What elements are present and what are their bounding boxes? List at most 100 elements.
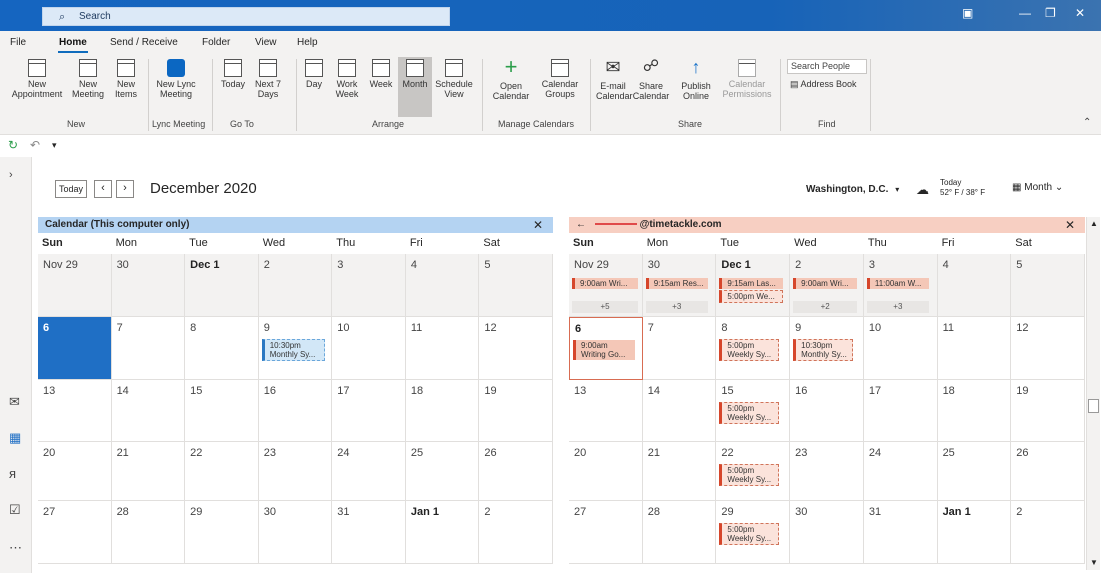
day-cell[interactable]: 14 (111, 380, 186, 442)
close-icon[interactable]: ✕ (1075, 6, 1085, 20)
day-cell[interactable]: 29 5:00pm Weekly Sy... (716, 501, 791, 564)
day-cell[interactable]: 28 (111, 501, 186, 564)
tab-help[interactable]: Help (297, 37, 318, 48)
day-cell[interactable]: 26 (1011, 442, 1085, 501)
day-cell[interactable]: 2 9:00am Wri... +2 (790, 254, 864, 317)
today-nav-button[interactable]: Today (55, 180, 87, 198)
search-people-input[interactable]: Search People (787, 59, 867, 74)
scroll-down-icon[interactable]: ▼ (1090, 558, 1098, 567)
day-cell[interactable]: 12 (479, 317, 553, 380)
day-cell[interactable]: 11 (937, 317, 1012, 380)
calendar-event[interactable]: 9:00am Writing Go... (573, 340, 635, 360)
today-button[interactable]: Today (218, 57, 248, 89)
day-cell[interactable]: 15 5:00pm Weekly Sy... (716, 380, 791, 442)
calendar-permissions-button[interactable]: Calendar Permissions (720, 57, 774, 99)
vertical-scrollbar[interactable]: ▲ ▼ (1086, 217, 1100, 570)
publish-online-button[interactable]: ↑ Publish Online (674, 57, 718, 101)
day-cell[interactable]: Jan 1 (937, 501, 1012, 564)
calendar-event[interactable]: 5:00pm Weekly Sy... (719, 402, 780, 424)
calendar-event[interactable]: 9:00am Wri... (793, 278, 858, 289)
day-cell[interactable]: 16 (790, 380, 864, 442)
close-icon[interactable]: ✕ (533, 217, 543, 233)
calendar-event[interactable]: 9:15am Res... (645, 278, 708, 289)
day-cell[interactable]: 6 9:00am Writing Go... (569, 317, 643, 380)
tab-send-receive[interactable]: Send / Receive (110, 37, 178, 48)
day-cell[interactable]: 3 (332, 254, 406, 317)
customize-icon[interactable]: ▾ (52, 140, 57, 151)
calendar-event[interactable]: 10:30pm Monthly Sy... (793, 339, 854, 361)
day-view-button[interactable]: Day (302, 57, 326, 89)
day-cell[interactable]: 4 (405, 254, 480, 317)
people-icon[interactable]: ᴙ (9, 466, 16, 481)
tab-folder[interactable]: Folder (202, 37, 230, 48)
more-events-button[interactable]: +3 (866, 301, 929, 313)
day-cell[interactable]: 3 11:00am W... +3 (863, 254, 938, 317)
more-events-button[interactable]: +5 (572, 301, 638, 313)
day-cell[interactable]: 7 (642, 317, 717, 380)
day-cell[interactable]: 23 (258, 442, 333, 501)
calendar-event[interactable]: 9:00am Wri... (572, 278, 638, 289)
email-calendar-button[interactable]: ✉ E-mail Calendar (596, 57, 633, 101)
scroll-thumb[interactable] (1088, 399, 1099, 413)
day-cell[interactable]: 30 (111, 254, 186, 317)
address-book-button[interactable]: ▤ Address Book (790, 79, 857, 90)
new-meeting-button[interactable]: New Meeting (68, 57, 108, 99)
day-cell[interactable]: 10 (863, 317, 938, 380)
close-icon[interactable]: ✕ (1065, 217, 1075, 233)
day-cell[interactable]: 20 (38, 442, 112, 501)
expand-icon[interactable]: › (9, 169, 13, 181)
day-cell[interactable]: 7 (111, 317, 186, 380)
sync-icon[interactable]: ↻ (8, 138, 18, 152)
day-cell[interactable]: 8 (185, 317, 259, 380)
calendar-event[interactable]: 5:00pm Weekly Sy... (719, 339, 780, 361)
new-items-button[interactable]: New Items (108, 57, 144, 99)
day-cell[interactable]: 20 (569, 442, 643, 501)
share-calendar-button[interactable]: ☍ Share Calendar (632, 57, 670, 101)
day-cell[interactable]: 26 (479, 442, 553, 501)
tab-view[interactable]: View (255, 37, 277, 48)
back-arrow-icon[interactable]: ← (576, 219, 586, 230)
view-switcher[interactable]: ▦ Month ⌄ (1012, 182, 1063, 193)
day-cell[interactable]: 28 (642, 501, 717, 564)
next-month-icon[interactable]: › (116, 180, 134, 198)
schedule-view-button[interactable]: Schedule View (434, 57, 474, 99)
day-cell[interactable]: 19 (479, 380, 553, 442)
calendar-nav-icon[interactable]: ▦ (9, 430, 21, 446)
calendar-groups-button[interactable]: Calendar Groups (538, 57, 582, 99)
day-cell[interactable]: 29 (185, 501, 259, 564)
day-cell[interactable]: 6 (38, 317, 112, 380)
day-cell[interactable]: Nov 29 (38, 254, 112, 317)
day-cell[interactable]: 31 (863, 501, 938, 564)
day-cell[interactable]: 2 (258, 254, 333, 317)
day-cell[interactable]: 16 (258, 380, 333, 442)
day-cell[interactable]: 30 (790, 501, 864, 564)
undo-icon[interactable]: ↶ (30, 138, 40, 152)
day-cell[interactable]: 22 (185, 442, 259, 501)
day-cell[interactable]: 15 (185, 380, 259, 442)
new-appointment-button[interactable]: New Appointment (8, 57, 66, 99)
tasks-icon[interactable]: ☑ (9, 502, 21, 518)
day-cell[interactable]: 2 (1011, 501, 1085, 564)
day-cell[interactable]: 21 (642, 442, 717, 501)
next-7-days-button[interactable]: Next 7 Days (250, 57, 286, 99)
open-calendar-button[interactable]: + Open Calendar (488, 56, 534, 102)
day-cell[interactable]: 21 (111, 442, 186, 501)
day-cell[interactable]: 30 (258, 501, 333, 564)
collapse-ribbon-icon[interactable]: ⌃ (1083, 117, 1091, 128)
day-cell[interactable]: 13 (569, 380, 643, 442)
day-cell[interactable]: 5 (479, 254, 553, 317)
day-cell[interactable]: 9 10:30pm Monthly Sy... (790, 317, 864, 380)
day-cell[interactable]: 17 (332, 380, 406, 442)
more-events-button[interactable]: +2 (793, 301, 858, 313)
scroll-up-icon[interactable]: ▲ (1090, 219, 1098, 228)
day-cell[interactable]: Dec 1 9:15am Las... 5:00pm We... (716, 254, 791, 317)
day-cell[interactable]: 31 (332, 501, 406, 564)
day-cell[interactable]: 17 (863, 380, 938, 442)
tab-file[interactable]: File (10, 37, 26, 48)
day-cell[interactable]: 25 (405, 442, 480, 501)
day-cell[interactable]: Dec 1 (185, 254, 259, 317)
day-cell[interactable]: 5 (1011, 254, 1085, 317)
calendar-event[interactable]: 10:30pm Monthly Sy... (261, 339, 325, 361)
mail-icon[interactable]: ✉ (9, 394, 20, 410)
calendar-event[interactable]: 5:00pm We... (719, 290, 784, 303)
